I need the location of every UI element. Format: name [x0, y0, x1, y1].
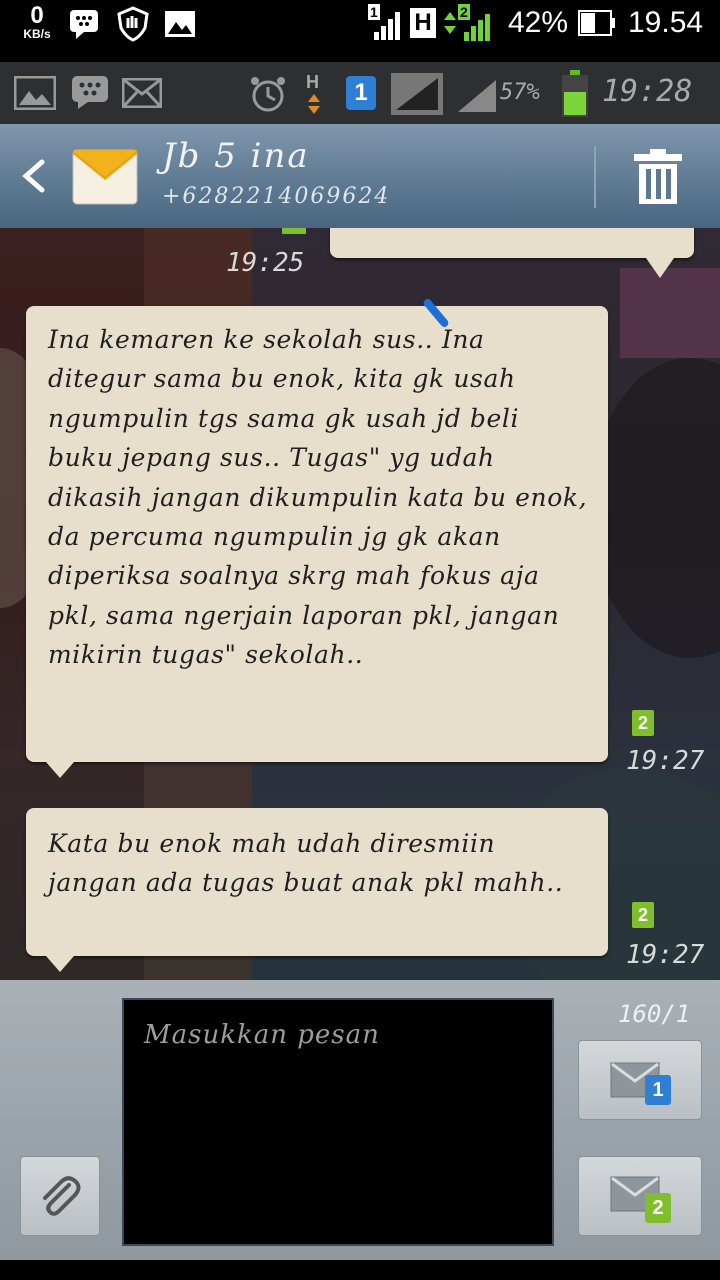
attach-button[interactable] — [20, 1156, 100, 1236]
message-timestamp: 19:27 — [626, 746, 705, 776]
message-bubble-received[interactable]: Kata bu enok mah udah diresmiin jangan a… — [26, 808, 608, 956]
inner-battery-percent: 57% — [500, 80, 540, 105]
data-transfer-icon — [308, 94, 320, 114]
send-sim1-button[interactable]: 1 — [578, 1040, 702, 1120]
sent-sim-indicator — [282, 228, 306, 234]
message-timestamp: 19:27 — [626, 940, 705, 970]
network-speed: 0 KB/s — [16, 2, 58, 41]
gallery-icon — [165, 11, 195, 37]
inner-battery-icon — [562, 70, 588, 117]
signal-sim2-icon — [444, 12, 490, 41]
network-type-badge: H — [410, 8, 436, 38]
message-input[interactable]: Masukkan pesan — [122, 998, 554, 1246]
inner-signal-2-icon — [458, 80, 496, 112]
network-speed-unit: KB/s — [23, 27, 51, 41]
message-timestamp: 19:25 — [226, 248, 305, 278]
status-bar: 0 KB/s 1 H 2 42% 19.54 — [0, 0, 720, 50]
message-input-placeholder: Masukkan pesan — [144, 1020, 380, 1050]
inner-sim1-badge: 1 — [346, 76, 376, 110]
message-bubble-sent-tail — [646, 258, 674, 278]
send-sim2-badge: 2 — [645, 1193, 671, 1223]
message-bubble-tail — [46, 956, 74, 972]
delete-trash-icon[interactable] — [630, 148, 686, 208]
message-text: Kata bu enok mah udah diresmiin jangan a… — [48, 829, 564, 898]
inner-signal-icon — [391, 73, 443, 115]
contact-name[interactable]: Jb 5 ina — [162, 136, 310, 176]
message-envelope-icon — [72, 149, 138, 205]
clock: 19.54 — [628, 6, 704, 39]
send-sim1-badge: 1 — [645, 1075, 671, 1105]
battery-icon — [578, 10, 615, 36]
battery-percent: 42% — [508, 6, 569, 39]
message-bubble-tail — [46, 762, 74, 778]
background-photo-flowers — [620, 268, 720, 358]
sim2-indicator: 2 — [632, 902, 654, 928]
inner-status-bar: H 1 57% 19:28 — [0, 62, 720, 124]
message-bubble-received[interactable]: Ina kemaren ke sekolah sus.. Ina ditegur… — [26, 306, 608, 762]
contact-phone-number: +6282214069624 — [162, 184, 391, 209]
send-sim2-button[interactable]: 2 — [578, 1156, 702, 1236]
bbm-icon — [70, 10, 98, 39]
inner-network-type: H — [306, 72, 319, 92]
message-bubble-sent[interactable] — [330, 228, 694, 258]
paperclip-icon — [43, 1176, 81, 1216]
alarm-icon — [251, 77, 285, 112]
conversation-list[interactable]: 19:25 Ina kemaren ke sekolah sus.. Ina d… — [0, 228, 720, 980]
inner-gallery-icon — [14, 76, 56, 110]
inner-email-icon — [122, 78, 162, 108]
background-photo-hair — [590, 358, 720, 658]
sim2-indicator: 2 — [632, 710, 654, 736]
bottom-edge — [0, 1260, 720, 1280]
shield-hand-icon — [117, 6, 149, 42]
inner-bbm-icon — [72, 76, 108, 109]
signal-sim1-icon — [374, 12, 400, 40]
inner-clock: 19:28 — [602, 74, 693, 109]
message-text: Ina kemaren ke sekolah sus.. Ina ditegur… — [48, 325, 588, 670]
character-counter: 160/1 — [618, 1000, 691, 1028]
network-speed-value: 0 — [30, 2, 44, 29]
back-icon[interactable] — [18, 158, 48, 194]
header-divider — [594, 146, 596, 208]
